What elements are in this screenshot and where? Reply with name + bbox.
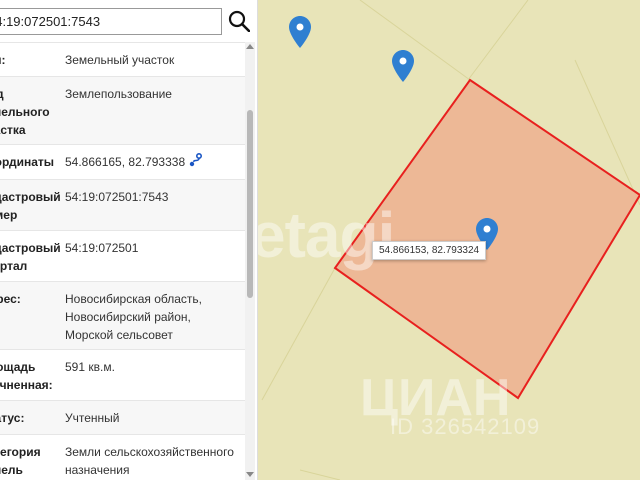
table-row: Статус: Учтенный <box>0 400 245 434</box>
row-value: Учтенный <box>65 411 120 425</box>
row-value: 54.866165, 82.793338 <box>60 145 245 179</box>
scroll-thumb[interactable] <box>247 110 253 298</box>
row-key: Тип: <box>0 53 6 67</box>
search-bar: 54:19:072501:7543 <box>0 8 256 36</box>
row-value: Новосибирская область, Новосибирский рай… <box>65 292 202 342</box>
road-line <box>359 0 471 81</box>
row-key: Адрес: <box>0 292 21 306</box>
table-row: Тип: Земельный участок <box>0 42 245 76</box>
table-row: Вид земельного участка Землепользование <box>0 76 245 144</box>
row-key: Статус: <box>0 411 25 425</box>
road-line <box>299 469 341 480</box>
row-key: Вид земельного участка <box>0 87 50 137</box>
table-row: Площадь уточненная: 591 кв.м. <box>0 349 245 400</box>
map-marker-icon[interactable] <box>289 16 311 48</box>
panel-scrollbar[interactable] <box>245 42 255 480</box>
coordinate-tooltip: 54.866153, 82.793324 <box>372 241 487 260</box>
row-value: Земли сельскохозяйственного назначения <box>65 445 234 477</box>
row-key: Координаты <box>0 155 55 169</box>
row-value: 591 кв.м. <box>65 360 115 374</box>
info-panel: 54:19:072501:7543 Тип: Земельный участок… <box>0 0 258 480</box>
coordinates-value: 54.866165, 82.793338 <box>65 155 186 169</box>
scroll-down-icon[interactable] <box>246 472 254 477</box>
table-row: Кадастровый номер 54:19:072501:7543 <box>0 179 245 230</box>
row-key: Категория земель <box>0 445 41 477</box>
search-input-value: 54:19:072501:7543 <box>0 14 101 29</box>
road-line <box>467 0 529 81</box>
table-row: Кадастровый квартал 54:19:072501 <box>0 230 245 281</box>
row-value: 54:19:072501:7543 <box>65 190 169 204</box>
row-key: Кадастровый квартал <box>0 241 60 273</box>
row-value: Земельный участок <box>65 53 175 67</box>
map-marker-icon[interactable] <box>392 50 414 82</box>
search-icon[interactable] <box>228 10 251 33</box>
scroll-up-icon[interactable] <box>246 44 254 49</box>
row-key: Кадастровый номер <box>0 190 60 222</box>
info-table: Тип: Земельный участок Вид земельного уч… <box>0 42 245 480</box>
table-row: Категория земель Земли сельскохозяйствен… <box>0 434 245 480</box>
row-value: 54:19:072501 <box>65 241 139 255</box>
route-icon[interactable] <box>189 153 203 172</box>
row-value: Землепользование <box>65 87 172 101</box>
row-key: Площадь уточненная: <box>0 360 53 392</box>
table-row: Адрес: Новосибирская область, Новосибирс… <box>0 281 245 349</box>
search-input[interactable]: 54:19:072501:7543 <box>0 8 222 35</box>
table-row: Координаты 54.866165, 82.793338 <box>0 144 245 179</box>
road-line <box>261 267 336 401</box>
